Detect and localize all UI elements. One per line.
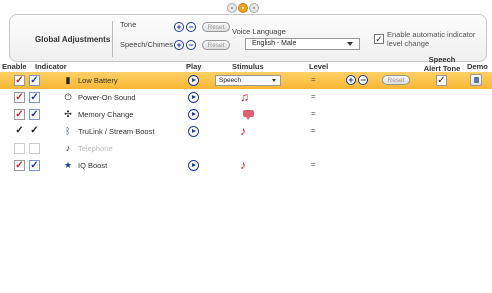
indicator-name: Power-On Sound [78, 93, 136, 102]
indicator-row-low-battery[interactable]: ✓ ✓ ▮ Low Battery Speech = + − Reset ✓ [0, 72, 492, 89]
tone-decrease-button[interactable]: − [186, 22, 196, 32]
window-dot-middle[interactable] [238, 3, 248, 13]
enable-checkbox-1[interactable]: ✓ [14, 75, 25, 86]
enable-checkbox-1[interactable]: ✓ [14, 109, 25, 120]
level-value: = [311, 160, 316, 169]
speech-increase-button[interactable]: + [174, 40, 184, 50]
global-adjustments-title: Global Adjustments [35, 35, 111, 44]
music-notes-icon: ♫ [240, 90, 249, 104]
chevron-down-icon [347, 42, 353, 46]
tone-label: Tone [120, 20, 137, 29]
indicator-name: TruLink / Stream Boost [78, 127, 155, 136]
header-level: Level [309, 62, 329, 71]
music-note-icon: ♪ [240, 158, 246, 172]
music-note-icon: ♪ [240, 124, 246, 138]
header-play: Play [186, 62, 202, 71]
indicator-row-telephone[interactable]: ♪ Telephone [0, 140, 492, 157]
level-value: = [311, 92, 316, 101]
play-button[interactable] [188, 109, 199, 120]
level-value: = [311, 75, 316, 84]
auto-level-label: Enable automatic indicator level change [387, 30, 476, 48]
stream-icon: ᛒ [65, 126, 71, 136]
indicator-name: Low Battery [78, 76, 118, 85]
indicator-row-memory-change[interactable]: ✓ ✓ ✣ Memory Change = [0, 106, 492, 123]
enable-checkbox-1[interactable]: ✓ [14, 160, 25, 171]
tone-reset-button[interactable]: Reset [202, 22, 230, 32]
play-button[interactable] [188, 92, 199, 103]
enable-checkbox-2[interactable] [29, 143, 40, 154]
play-button[interactable] [188, 126, 199, 137]
header-demo: Demo [467, 62, 488, 71]
enable-checkbox-2[interactable]: ✓ [29, 126, 40, 137]
speech-decrease-button[interactable]: − [186, 40, 196, 50]
speech-chimes-label: Speech/Chimes [120, 40, 173, 49]
stimulus-select[interactable]: Speech [215, 75, 281, 86]
level-decrease-button[interactable]: − [358, 75, 368, 85]
header-speech-alert-tone: Speech Alert Tone [423, 55, 461, 73]
level-value: = [311, 109, 316, 118]
indicator-name: IQ Boost [78, 161, 108, 170]
level-value: = [311, 126, 316, 135]
level-reset-button[interactable]: Reset [382, 75, 410, 85]
play-button[interactable] [188, 75, 199, 86]
tone-increase-button[interactable]: + [174, 22, 184, 32]
voice-language-value: English - Male [252, 40, 297, 47]
battery-icon: ▮ [65, 75, 71, 85]
header-stimulus: Stimulus [232, 62, 264, 71]
play-button[interactable] [188, 160, 199, 171]
enable-checkbox-2[interactable]: ✓ [29, 109, 40, 120]
auto-level-checkbox[interactable]: ✓ [374, 34, 384, 44]
indicator-name: Telephone [78, 144, 113, 153]
voice-language-select[interactable]: English - Male [245, 38, 360, 50]
enable-checkbox-1[interactable] [14, 143, 25, 154]
divider [112, 21, 113, 57]
speech-bubble-icon [243, 110, 254, 120]
stimulus-value: Speech [219, 77, 242, 84]
window-dot-right[interactable] [249, 3, 259, 13]
chevron-down-icon [272, 79, 276, 82]
program-icon: ✣ [64, 109, 72, 119]
power-icon: ⏻ [64, 92, 72, 102]
enable-checkbox-1[interactable]: ✓ [14, 126, 25, 137]
speech-reset-button[interactable]: Reset [202, 40, 230, 50]
indicator-row-power-on[interactable]: ✓ ✓ ⏻ Power-On Sound ♫ = [0, 89, 492, 106]
demo-button[interactable] [470, 74, 482, 86]
indicator-name: Memory Change [78, 110, 134, 119]
enable-checkbox-2[interactable]: ✓ [29, 92, 40, 103]
enable-checkbox-1[interactable]: ✓ [14, 92, 25, 103]
indicator-row-iq-boost[interactable]: ✓ ✓ ★ IQ Boost ♪ = [0, 157, 492, 174]
telephone-icon: ♪ [65, 143, 71, 153]
enable-checkbox-2[interactable]: ✓ [29, 160, 40, 171]
window-dot-left[interactable] [227, 3, 237, 13]
voice-language-label: Voice Language [232, 27, 286, 36]
header-indicator: Indicator [35, 62, 67, 71]
window-controls [227, 3, 259, 13]
speech-alert-tone-checkbox[interactable]: ✓ [436, 75, 447, 86]
indicator-row-trulink[interactable]: ✓ ✓ ᛒ TruLink / Stream Boost ♪ = [0, 123, 492, 140]
header-enable: Enable [2, 62, 27, 71]
level-increase-button[interactable]: + [346, 75, 356, 85]
star-icon: ★ [63, 160, 73, 170]
enable-checkbox-2[interactable]: ✓ [29, 75, 40, 86]
